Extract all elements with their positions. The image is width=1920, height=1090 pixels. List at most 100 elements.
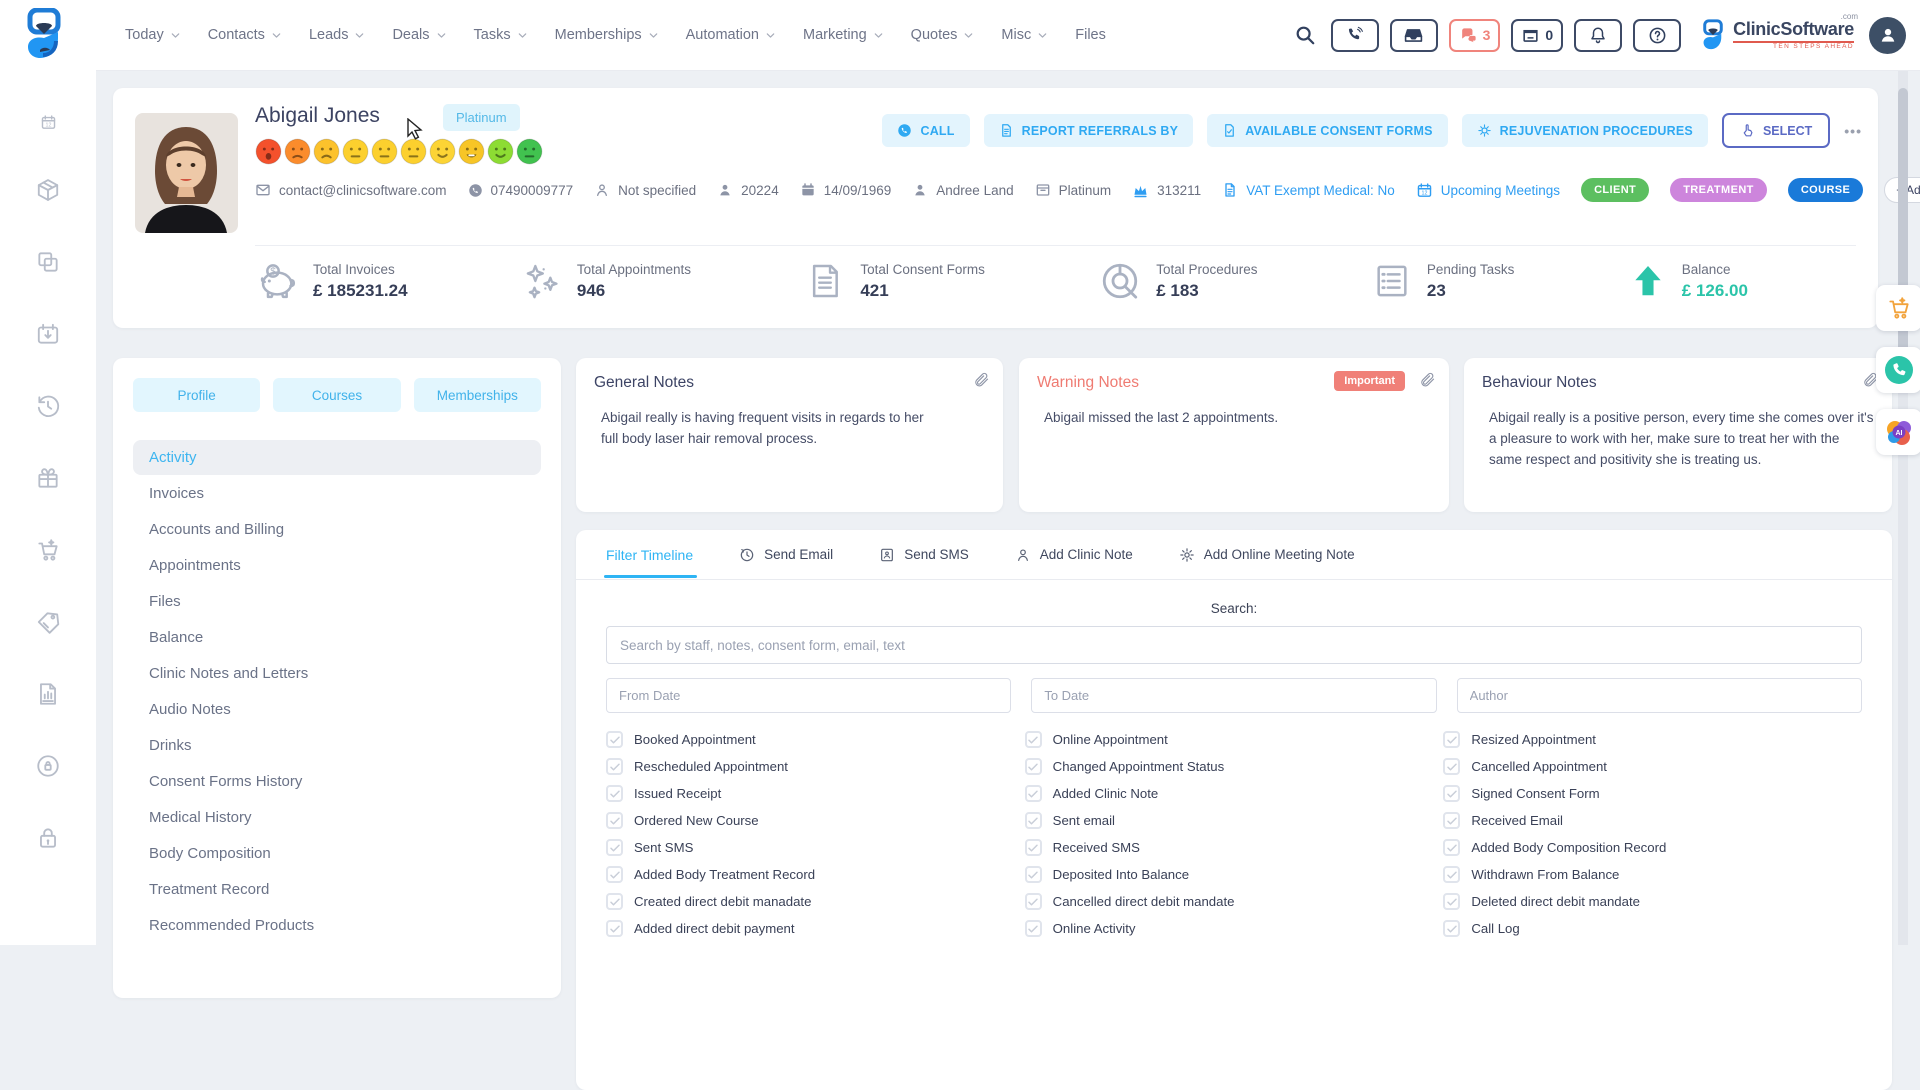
timeline-tab-send-sms[interactable]: Send SMS xyxy=(879,547,969,563)
checkbox-created-direct-debit-manadate[interactable] xyxy=(606,893,623,910)
quick-cart-button[interactable] xyxy=(1876,285,1920,331)
checkbox-cancelled-direct-debit-mandate[interactable] xyxy=(1025,893,1042,910)
mood-face-7[interactable] xyxy=(429,138,456,165)
checkbox-sent-sms[interactable] xyxy=(606,839,623,856)
call-button[interactable]: CALL xyxy=(882,114,969,147)
tier-badge[interactable]: Platinum xyxy=(443,104,520,131)
sidebar-item-invoices[interactable]: Invoices xyxy=(133,476,541,511)
nav-item-automation[interactable]: Automation xyxy=(686,27,776,43)
sidebar-item-treatment-record[interactable]: Treatment Record xyxy=(133,872,541,907)
mood-face-6[interactable] xyxy=(400,138,427,165)
paperclip-icon[interactable] xyxy=(1419,371,1436,388)
from-date-input[interactable] xyxy=(606,678,1011,713)
checkbox-added-direct-debit-payment[interactable] xyxy=(606,920,623,937)
mood-face-4[interactable] xyxy=(342,138,369,165)
brand-logo[interactable]: ClinicSoftware .com TEN STEPS AHEAD xyxy=(1700,19,1854,51)
sidebar-item-drinks[interactable]: Drinks xyxy=(133,728,541,763)
checkbox-received-sms[interactable] xyxy=(1025,839,1042,856)
contact-07490009777[interactable]: 07490009777 xyxy=(468,183,574,198)
ai-assistant-button[interactable]: AI xyxy=(1876,409,1920,455)
sidebar-item-appointments[interactable]: Appointments xyxy=(133,548,541,583)
mood-face-8[interactable] xyxy=(458,138,485,165)
checkbox-added-body-composition-record[interactable] xyxy=(1443,839,1460,856)
select-button[interactable]: SELECT xyxy=(1722,113,1830,148)
rail-padlock-icon[interactable] xyxy=(35,825,61,856)
checkbox-online-activity[interactable] xyxy=(1025,920,1042,937)
checkbox-added-clinic-note[interactable] xyxy=(1025,785,1042,802)
to-date-input[interactable] xyxy=(1031,678,1436,713)
tab-profile[interactable]: Profile xyxy=(133,378,260,412)
sidebar-item-clinic-notes-and-letters[interactable]: Clinic Notes and Letters xyxy=(133,656,541,691)
more-options-button[interactable]: ••• xyxy=(1844,123,1862,139)
report-referrals-by-button[interactable]: REPORT REFERRALS BY xyxy=(984,114,1194,147)
nav-item-memberships[interactable]: Memberships xyxy=(555,27,659,43)
help-button[interactable] xyxy=(1633,19,1681,52)
timeline-search-input[interactable] xyxy=(606,626,1862,664)
checkbox-issued-receipt[interactable] xyxy=(606,785,623,802)
inbox-button[interactable] xyxy=(1390,19,1438,52)
sidebar-item-recommended-products[interactable]: Recommended Products xyxy=(133,908,541,943)
nav-item-marketing[interactable]: Marketing xyxy=(803,27,884,43)
mood-face-10[interactable] xyxy=(516,138,543,165)
contact-contact-clinicsoftware-com[interactable]: contact@clinicsoftware.com xyxy=(255,182,447,198)
tab-memberships[interactable]: Memberships xyxy=(414,378,541,412)
rail-calendar-import-icon[interactable] xyxy=(35,321,61,352)
checkbox-added-body-treatment-record[interactable] xyxy=(606,866,623,883)
timeline-tab-add-clinic-note[interactable]: Add Clinic Note xyxy=(1015,547,1133,563)
tab-courses[interactable]: Courses xyxy=(273,378,400,412)
nav-item-quotes[interactable]: Quotes xyxy=(911,27,975,43)
notifications-button[interactable] xyxy=(1574,19,1622,52)
mood-face-9[interactable] xyxy=(487,138,514,165)
rail-history-icon[interactable] xyxy=(35,393,61,424)
app-logo-hourglass-icon[interactable] xyxy=(22,8,66,65)
nav-item-files[interactable]: Files xyxy=(1075,27,1106,43)
chat-button[interactable]: 3 xyxy=(1449,19,1501,52)
dialer-button[interactable] xyxy=(1331,19,1379,52)
checkbox-ordered-new-course[interactable] xyxy=(606,812,623,829)
available-consent-forms-button[interactable]: AVAILABLE CONSENT FORMS xyxy=(1207,114,1447,147)
pos-button[interactable]: 0 xyxy=(1511,19,1563,52)
sidebar-item-balance[interactable]: Balance xyxy=(133,620,541,655)
timeline-tab-send-email[interactable]: Send Email xyxy=(739,547,833,563)
author-input[interactable] xyxy=(1457,678,1862,713)
checkbox-online-appointment[interactable] xyxy=(1025,731,1042,748)
sidebar-item-body-composition[interactable]: Body Composition xyxy=(133,836,541,871)
nav-item-today[interactable]: Today xyxy=(125,27,181,43)
contact-upcoming-meetings[interactable]: 12Upcoming Meetings xyxy=(1416,182,1560,199)
rail-cart-icon[interactable] xyxy=(35,537,61,568)
sidebar-item-consent-forms-history[interactable]: Consent Forms History xyxy=(133,764,541,799)
timeline-tab-add-online-meeting-note[interactable]: Add Online Meeting Note xyxy=(1179,547,1355,563)
sidebar-item-files[interactable]: Files xyxy=(133,584,541,619)
checkbox-booked-appointment[interactable] xyxy=(606,731,623,748)
checkbox-cancelled-appointment[interactable] xyxy=(1443,758,1460,775)
nav-item-leads[interactable]: Leads xyxy=(309,27,366,43)
nav-item-contacts[interactable]: Contacts xyxy=(208,27,282,43)
mood-face-3[interactable] xyxy=(313,138,340,165)
nav-item-tasks[interactable]: Tasks xyxy=(474,27,528,43)
sidebar-item-medical-history[interactable]: Medical History xyxy=(133,800,541,835)
rail-gift-icon[interactable] xyxy=(35,465,61,496)
checkbox-received-email[interactable] xyxy=(1443,812,1460,829)
timeline-tab-filter-timeline[interactable]: Filter Timeline xyxy=(606,547,693,563)
mood-face-5[interactable] xyxy=(371,138,398,165)
paperclip-icon[interactable] xyxy=(973,371,990,388)
quick-call-button[interactable] xyxy=(1876,347,1920,393)
checkbox-resized-appointment[interactable] xyxy=(1443,731,1460,748)
search-icon[interactable] xyxy=(1294,24,1316,46)
sidebar-item-activity[interactable]: Activity xyxy=(133,440,541,475)
checkbox-deleted-direct-debit-mandate[interactable] xyxy=(1443,893,1460,910)
rail-calendar-date-icon[interactable]: 12 xyxy=(40,114,57,136)
contact-vat-exempt-medical-no[interactable]: VAT Exempt Medical: No xyxy=(1222,182,1395,198)
checkbox-changed-appointment-status[interactable] xyxy=(1025,758,1042,775)
rail-copy-icon[interactable] xyxy=(35,249,61,280)
nav-item-misc[interactable]: Misc xyxy=(1001,27,1048,43)
rail-package-icon[interactable] xyxy=(35,177,61,208)
rejuvenation-procedures-button[interactable]: REJUVENATION PROCEDURES xyxy=(1462,114,1708,147)
mood-face-1[interactable] xyxy=(255,138,282,165)
sidebar-item-accounts-and-billing[interactable]: Accounts and Billing xyxy=(133,512,541,547)
user-avatar[interactable] xyxy=(1869,17,1906,54)
checkbox-call-log[interactable] xyxy=(1443,920,1460,937)
checkbox-withdrawn-from-balance[interactable] xyxy=(1443,866,1460,883)
mood-face-2[interactable] xyxy=(284,138,311,165)
rail-report-chart-icon[interactable] xyxy=(35,681,61,712)
